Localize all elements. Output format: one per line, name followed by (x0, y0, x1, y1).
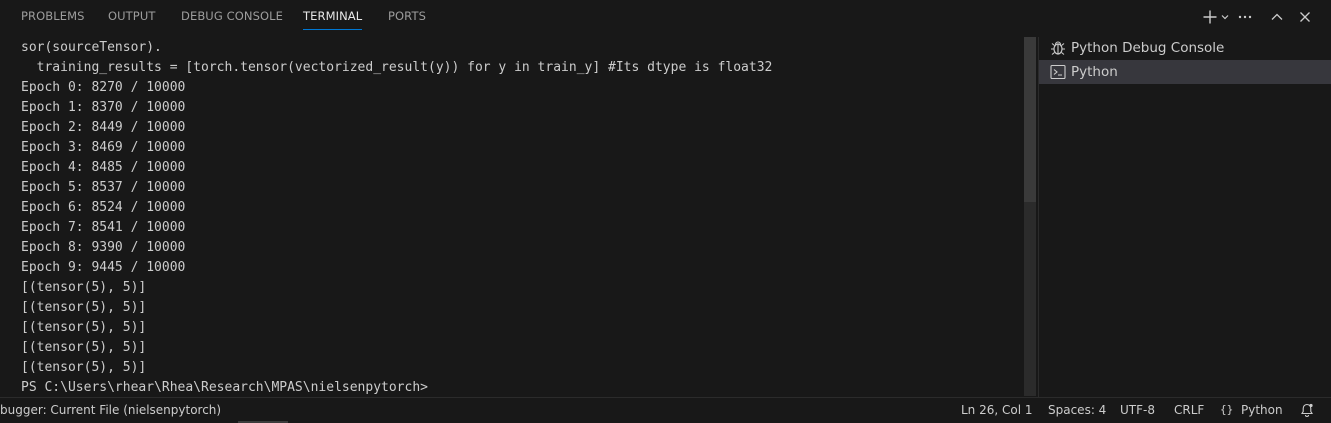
tab-terminal[interactable]: TERMINAL (303, 0, 363, 35)
terminal-line: Epoch 4: 8485 / 10000 (21, 160, 186, 175)
terminal-line: Epoch 9: 9445 / 10000 (21, 260, 186, 275)
terminal-icon (1049, 63, 1067, 81)
terminal-line: [(tensor(5), 5)] (21, 340, 147, 355)
status-debug-config[interactable]: bugger: Current File (nielsenpytorch) (0, 398, 221, 422)
terminal-line: Epoch 7: 8541 / 10000 (21, 220, 186, 235)
terminal-line: Epoch 8: 9390 / 10000 (21, 240, 186, 255)
status-eol[interactable]: CRLF (1174, 398, 1204, 422)
plus-icon[interactable] (1201, 6, 1219, 28)
terminal-line: Epoch 6: 8524 / 10000 (21, 200, 186, 215)
status-encoding[interactable]: UTF-8 (1120, 398, 1155, 422)
terminal-line: Epoch 5: 8537 / 10000 (21, 180, 186, 195)
terminal-tab-python[interactable]: Python (1039, 60, 1331, 84)
panel-header: PROBLEMS OUTPUT DEBUG CONSOLE TERMINAL P… (0, 0, 1331, 35)
terminal-prompt: PS C:\Users\rhear\Rhea\Research\MPAS\nie… (21, 380, 428, 395)
terminal-line: [(tensor(5), 5)] (21, 280, 147, 295)
terminal-scrollbar[interactable] (1022, 37, 1036, 396)
bell-icon[interactable] (1299, 402, 1315, 423)
scrollbar-track-lower (1024, 202, 1036, 396)
terminal-line: [(tensor(5), 5)] (21, 320, 147, 335)
status-indentation[interactable]: Spaces: 4 (1048, 398, 1106, 422)
tab-ports[interactable]: PORTS (388, 0, 426, 35)
terminal-tab-python-debug-console[interactable]: Python Debug Console (1039, 36, 1331, 60)
braces-icon: {} (1220, 403, 1234, 416)
chevron-down-icon[interactable] (1219, 6, 1231, 28)
close-icon[interactable] (1294, 6, 1316, 28)
chevron-up-icon[interactable] (1266, 6, 1288, 28)
more-icon[interactable] (1234, 6, 1256, 28)
terminal-line: [(tensor(5), 5)] (21, 360, 147, 375)
terminal-tab-label: Python Debug Console (1071, 40, 1225, 56)
scrollbar-thumb[interactable] (1024, 37, 1036, 202)
terminal-line: [(tensor(5), 5)] (21, 300, 147, 315)
terminal-line: Epoch 1: 8370 / 10000 (21, 100, 186, 115)
tab-debug-console[interactable]: DEBUG CONSOLE (181, 0, 283, 35)
terminal-output[interactable]: sor(sourceTensor). training_results = [t… (0, 37, 1022, 397)
status-language[interactable]: Python (1241, 398, 1283, 422)
terminal-line: training_results = [torch.tensor(vectori… (21, 60, 773, 75)
terminal-line: sor(sourceTensor). (21, 40, 162, 55)
tab-problems[interactable]: PROBLEMS (21, 0, 85, 35)
vscode-panel: PROBLEMS OUTPUT DEBUG CONSOLE TERMINAL P… (0, 0, 1331, 423)
terminal-tab-label: Python (1071, 64, 1118, 80)
status-bar: bugger: Current File (nielsenpytorch) Ln… (0, 397, 1331, 423)
debug-icon (1049, 39, 1067, 57)
terminal-line: Epoch 0: 8270 / 10000 (21, 80, 186, 95)
terminal-line: Epoch 3: 8469 / 10000 (21, 140, 186, 155)
tab-output[interactable]: OUTPUT (108, 0, 155, 35)
terminal-line: Epoch 2: 8449 / 10000 (21, 120, 186, 135)
terminal-tabs-list: Python Debug Console Python (1039, 35, 1331, 397)
status-cursor-position[interactable]: Ln 26, Col 1 (961, 398, 1033, 422)
